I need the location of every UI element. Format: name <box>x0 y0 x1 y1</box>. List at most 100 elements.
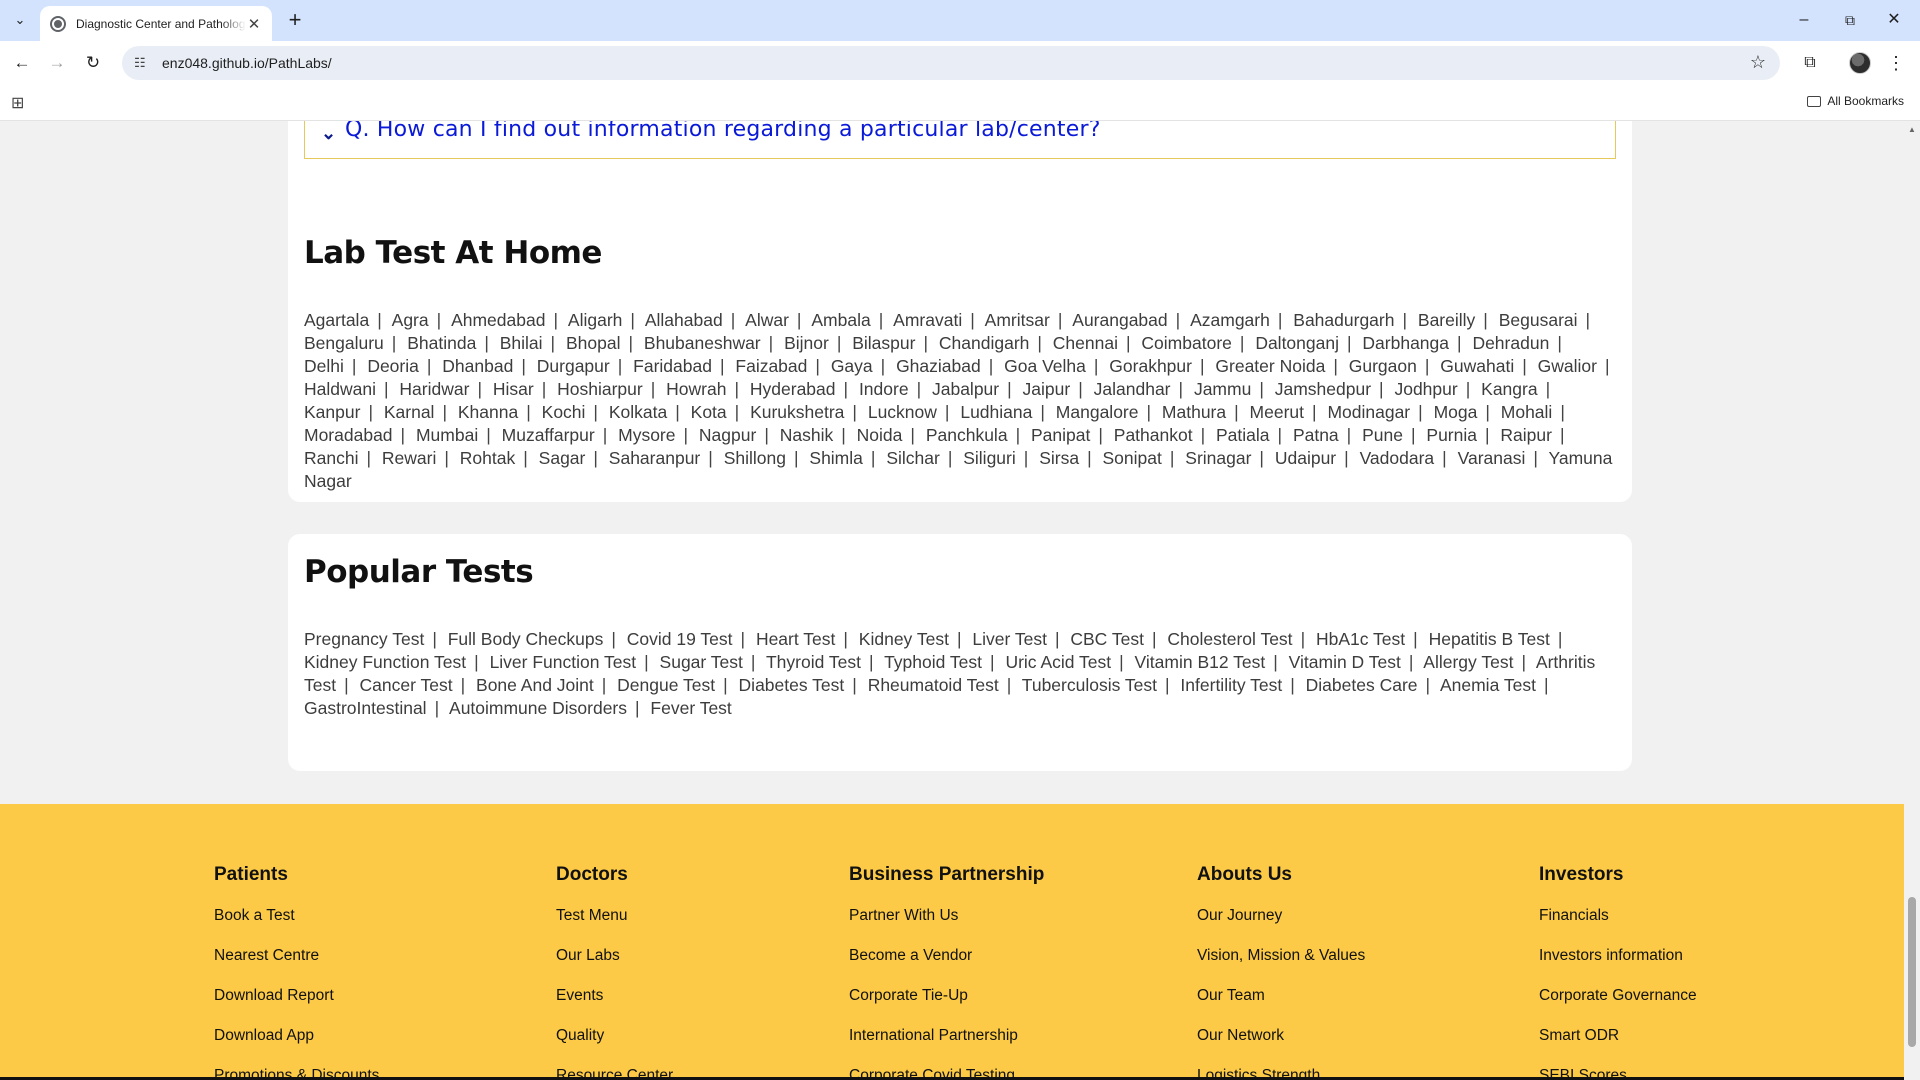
city-link[interactable]: Alwar <box>745 310 789 330</box>
city-link[interactable]: Khanna <box>458 402 518 422</box>
city-link[interactable]: Aligarh <box>568 310 622 330</box>
city-link[interactable]: Kurukshetra <box>750 402 844 422</box>
city-link[interactable]: Bhatinda <box>407 333 476 353</box>
city-link[interactable]: Allahabad <box>645 310 723 330</box>
city-link[interactable]: Silchar <box>886 448 940 468</box>
city-link[interactable]: Ahmedabad <box>451 310 545 330</box>
city-link[interactable]: Guwahati <box>1440 356 1514 376</box>
city-link[interactable]: Mysore <box>618 425 675 445</box>
city-link[interactable]: Shimla <box>809 448 863 468</box>
city-link[interactable]: Haldwani <box>304 379 376 399</box>
city-link[interactable]: Siliguri <box>963 448 1016 468</box>
city-link[interactable]: Sagar <box>539 448 586 468</box>
test-link[interactable]: Fever Test <box>650 698 731 718</box>
city-link[interactable]: Agra <box>392 310 429 330</box>
city-link[interactable]: Bilaspur <box>852 333 915 353</box>
city-link[interactable]: Gurgaon <box>1349 356 1417 376</box>
city-link[interactable]: Greater Noida <box>1215 356 1325 376</box>
city-link[interactable]: Saharanpur <box>609 448 700 468</box>
restore-icon[interactable]: ⧉ <box>1828 6 1872 34</box>
kebab-menu-icon[interactable]: ⋮ <box>1886 49 1906 77</box>
arrow-right-icon[interactable]: → <box>43 49 71 77</box>
city-link[interactable]: Pune <box>1362 425 1403 445</box>
footer-link[interactable]: Quality <box>556 1027 673 1067</box>
city-link[interactable]: Jalandhar <box>1094 379 1171 399</box>
city-link[interactable]: Moga <box>1434 402 1478 422</box>
city-link[interactable]: Raipur <box>1500 425 1552 445</box>
city-link[interactable]: Kanpur <box>304 402 360 422</box>
browser-tab[interactable]: Diagnostic Center and Pathology Lab ✕ <box>40 6 272 41</box>
city-link[interactable]: Daltonganj <box>1255 333 1339 353</box>
test-link[interactable]: GastroIntestinal <box>304 698 427 718</box>
footer-link[interactable]: Book a Test <box>214 907 379 947</box>
reload-icon[interactable]: ↻ <box>79 49 107 77</box>
url-text[interactable]: enz048.github.io/PathLabs/ <box>162 55 332 71</box>
city-link[interactable]: Bahadurgarh <box>1293 310 1394 330</box>
city-link[interactable]: Sonipat <box>1102 448 1161 468</box>
city-link[interactable]: Hoshiarpur <box>557 379 643 399</box>
avatar[interactable] <box>1849 52 1871 74</box>
city-link[interactable]: Udaipur <box>1275 448 1336 468</box>
test-link[interactable]: Thyroid Test <box>766 652 861 672</box>
city-link[interactable]: Noida <box>857 425 903 445</box>
footer-link[interactable]: Our Network <box>1197 1027 1365 1067</box>
city-link[interactable]: Shillong <box>724 448 786 468</box>
city-link[interactable]: Faizabad <box>735 356 807 376</box>
city-link[interactable]: Coimbatore <box>1141 333 1231 353</box>
test-link[interactable]: Covid 19 Test <box>627 629 733 649</box>
city-link[interactable]: Ambala <box>811 310 870 330</box>
test-link[interactable]: Full Body Checkups <box>448 629 604 649</box>
city-link[interactable]: Sirsa <box>1039 448 1079 468</box>
city-link[interactable]: Varanasi <box>1458 448 1526 468</box>
city-link[interactable]: Howrah <box>666 379 726 399</box>
city-link[interactable]: Mangalore <box>1056 402 1139 422</box>
test-link[interactable]: Rheumatoid Test <box>868 675 999 695</box>
city-link[interactable]: Nashik <box>780 425 834 445</box>
city-link[interactable]: Rohtak <box>460 448 515 468</box>
footer-link[interactable]: Nearest Centre <box>214 947 379 987</box>
test-link[interactable]: Liver Function Test <box>490 652 637 672</box>
arrow-left-icon[interactable]: ← <box>8 49 36 77</box>
close-icon[interactable]: ✕ <box>246 15 262 33</box>
city-link[interactable]: Vadodara <box>1360 448 1435 468</box>
city-link[interactable]: Deoria <box>367 356 419 376</box>
city-link[interactable]: Ranchi <box>304 448 358 468</box>
footer-link[interactable]: Our Journey <box>1197 907 1365 947</box>
city-link[interactable]: Ghaziabad <box>896 356 981 376</box>
test-link[interactable]: Vitamin D Test <box>1289 652 1401 672</box>
city-link[interactable]: Jabalpur <box>932 379 999 399</box>
footer-link[interactable]: Download Report <box>214 987 379 1027</box>
footer-link[interactable]: Events <box>556 987 673 1027</box>
star-icon[interactable]: ☆ <box>1750 52 1766 73</box>
footer-link[interactable]: International Partnership <box>849 1027 1044 1067</box>
city-link[interactable]: Aurangabad <box>1072 310 1167 330</box>
city-link[interactable]: Lucknow <box>868 402 937 422</box>
footer-link[interactable]: Become a Vendor <box>849 947 1044 987</box>
city-link[interactable]: Karnal <box>384 402 435 422</box>
test-link[interactable]: Cholesterol Test <box>1167 629 1292 649</box>
city-link[interactable]: Jaipur <box>1023 379 1071 399</box>
city-link[interactable]: Kangra <box>1481 379 1537 399</box>
test-link[interactable]: Anemia Test <box>1440 675 1536 695</box>
test-link[interactable]: Diabetes Care <box>1306 675 1418 695</box>
tab-search-icon[interactable]: ⌄ <box>8 8 32 32</box>
test-link[interactable]: CBC Test <box>1070 629 1144 649</box>
city-link[interactable]: Gwalior <box>1538 356 1597 376</box>
city-link[interactable]: Mohali <box>1501 402 1553 422</box>
city-link[interactable]: Amravati <box>893 310 962 330</box>
test-link[interactable]: Bone And Joint <box>476 675 594 695</box>
city-link[interactable]: Jodhpur <box>1394 379 1457 399</box>
city-link[interactable]: Delhi <box>304 356 344 376</box>
footer-link[interactable]: Download App <box>214 1027 379 1067</box>
city-link[interactable]: Bareilly <box>1418 310 1475 330</box>
city-link[interactable]: Bhubaneshwar <box>644 333 761 353</box>
test-link[interactable]: Liver Test <box>972 629 1047 649</box>
city-link[interactable]: Chennai <box>1053 333 1118 353</box>
city-link[interactable]: Meerut <box>1250 402 1304 422</box>
city-link[interactable]: Indore <box>859 379 909 399</box>
city-link[interactable]: Purnia <box>1426 425 1477 445</box>
faq-question[interactable]: Q. How can I find out information regard… <box>345 121 1101 142</box>
test-link[interactable]: Allergy Test <box>1423 652 1513 672</box>
city-link[interactable]: Panchkula <box>926 425 1008 445</box>
city-link[interactable]: Goa Velha <box>1004 356 1086 376</box>
